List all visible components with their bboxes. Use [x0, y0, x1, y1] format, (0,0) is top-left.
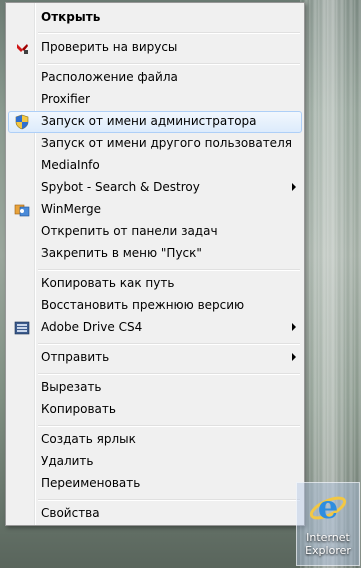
menu-separator [38, 269, 300, 271]
menu-separator [38, 499, 300, 501]
menu-item-run-as-admin[interactable]: Запуск от имени администратора [8, 111, 302, 133]
submenu-arrow-icon [292, 323, 296, 331]
menu-item-file-location[interactable]: Расположение файла [8, 67, 302, 89]
menu-item-label: Adobe Drive CS4 [41, 320, 143, 334]
menu-item-create-shortcut[interactable]: Создать ярлык [8, 429, 302, 451]
menu-item-winmerge[interactable]: WinMerge [8, 199, 302, 221]
menu-separator [38, 343, 300, 345]
menu-item-label: Запуск от имени другого пользователя [41, 136, 292, 150]
menu-item-label: Отправить [41, 350, 110, 364]
menu-item-copy-as-path[interactable]: Копировать как путь [8, 273, 302, 295]
menu-item-label: Запуск от имени администратора [41, 114, 257, 128]
menu-item-label: Вырезать [41, 380, 102, 394]
menu-item-label: Проверить на вирусы [41, 40, 178, 54]
menu-item-label: Расположение файла [41, 70, 178, 84]
uac-shield-icon [15, 114, 29, 130]
menu-item-properties[interactable]: Свойства [8, 503, 302, 525]
desktop-icon-label: Internet Explorer [305, 531, 351, 557]
menu-item-open[interactable]: Открыть [8, 7, 302, 29]
menu-item-label: MediaInfo [41, 158, 100, 172]
menu-item-label: Восстановить прежнюю версию [41, 298, 245, 312]
menu-item-copy[interactable]: Копировать [8, 399, 302, 421]
menu-item-label: Копировать как путь [41, 276, 175, 290]
menu-item-label: Закрепить в меню "Пуск" [41, 246, 202, 260]
menu-item-label: Удалить [41, 454, 94, 468]
menu-item-scan-virus[interactable]: Проверить на вирусы [8, 37, 302, 59]
winmerge-icon [14, 204, 30, 217]
desktop-shortcut-internet-explorer[interactable]: e Internet Explorer [296, 482, 360, 566]
svg-text:e: e [318, 488, 338, 526]
menu-separator [38, 63, 300, 65]
menu-separator [38, 425, 300, 427]
menu-item-pin-start[interactable]: Закрепить в меню "Пуск" [8, 243, 302, 265]
menu-item-mediainfo[interactable]: MediaInfo [8, 155, 302, 177]
menu-item-spybot[interactable]: Spybot - Search & Destroy [8, 177, 302, 199]
menu-item-rename[interactable]: Переименовать [8, 473, 302, 495]
menu-item-label: Открыть [41, 10, 101, 24]
menu-item-send-to[interactable]: Отправить [8, 347, 302, 369]
menu-item-label: WinMerge [41, 202, 101, 216]
menu-item-label: Переименовать [41, 476, 141, 490]
menu-item-label: Открепить от панели задач [41, 224, 218, 238]
menu-separator [38, 32, 300, 34]
context-menu: Открыть Проверить на вирусы Расположение… [5, 2, 305, 526]
menu-item-adobe-drive[interactable]: Adobe Drive CS4 [8, 317, 302, 339]
menu-item-label: Spybot - Search & Destroy [41, 180, 200, 194]
menu-item-cut[interactable]: Вырезать [8, 377, 302, 399]
submenu-arrow-icon [292, 353, 296, 361]
menu-item-label: Копировать [41, 402, 116, 416]
menu-separator [38, 373, 300, 375]
submenu-arrow-icon [292, 183, 296, 191]
internet-explorer-icon: e [309, 488, 347, 526]
menu-item-label: Proxifier [41, 92, 90, 106]
menu-item-label: Свойства [41, 506, 100, 520]
menu-item-delete[interactable]: Удалить [8, 451, 302, 473]
adobe-drive-icon [14, 321, 30, 335]
menu-item-unpin-taskbar[interactable]: Открепить от панели задач [8, 221, 302, 243]
menu-item-label: Создать ярлык [41, 432, 136, 446]
menu-item-run-as-other-user[interactable]: Запуск от имени другого пользователя [8, 133, 302, 155]
antivirus-icon [17, 44, 28, 54]
menu-item-proxifier[interactable]: Proxifier [8, 89, 302, 111]
menu-item-restore-previous[interactable]: Восстановить прежнюю версию [8, 295, 302, 317]
